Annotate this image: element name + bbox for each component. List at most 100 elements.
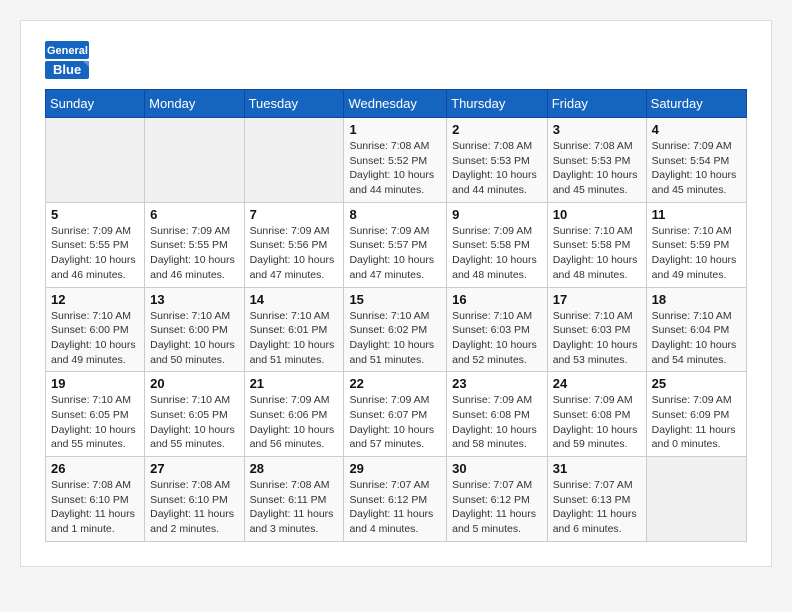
day-number: 31 bbox=[553, 461, 641, 476]
calendar-cell bbox=[46, 118, 145, 203]
calendar-cell bbox=[646, 457, 746, 542]
day-number: 9 bbox=[452, 207, 542, 222]
calendar-cell: 25 Sunrise: 7:09 AM Sunset: 6:09 PM Dayli… bbox=[646, 372, 746, 457]
day-number: 3 bbox=[553, 122, 641, 137]
day-number: 21 bbox=[250, 376, 339, 391]
day-info: Sunrise: 7:07 AM Sunset: 6:12 PM Dayligh… bbox=[452, 478, 542, 537]
calendar-week-row: 5 Sunrise: 7:09 AM Sunset: 5:55 PM Daylig… bbox=[46, 202, 747, 287]
day-number: 11 bbox=[652, 207, 741, 222]
calendar-cell: 26 Sunrise: 7:08 AM Sunset: 6:10 PM Dayli… bbox=[46, 457, 145, 542]
day-info: Sunrise: 7:10 AM Sunset: 6:05 PM Dayligh… bbox=[51, 393, 139, 452]
calendar-cell: 18 Sunrise: 7:10 AM Sunset: 6:04 PM Dayli… bbox=[646, 287, 746, 372]
svg-text:General: General bbox=[47, 45, 88, 57]
day-number: 19 bbox=[51, 376, 139, 391]
day-number: 20 bbox=[150, 376, 238, 391]
calendar-cell: 19 Sunrise: 7:10 AM Sunset: 6:05 PM Dayli… bbox=[46, 372, 145, 457]
calendar-cell: 1 Sunrise: 7:08 AM Sunset: 5:52 PM Daylig… bbox=[344, 118, 447, 203]
calendar-cell: 9 Sunrise: 7:09 AM Sunset: 5:58 PM Daylig… bbox=[447, 202, 548, 287]
calendar-cell: 14Sunrise: 7:10 AM Sunset: 6:01 PM Dayli… bbox=[244, 287, 344, 372]
calendar-cell: 3 Sunrise: 7:08 AM Sunset: 5:53 PM Daylig… bbox=[547, 118, 646, 203]
day-info: Sunrise: 7:08 AM Sunset: 6:10 PM Dayligh… bbox=[150, 478, 238, 537]
calendar-cell: 16Sunrise: 7:10 AM Sunset: 6:03 PM Dayli… bbox=[447, 287, 548, 372]
calendar-cell: 21 Sunrise: 7:09 AM Sunset: 6:06 PM Dayli… bbox=[244, 372, 344, 457]
day-info: Sunrise: 7:09 AM Sunset: 5:55 PM Dayligh… bbox=[150, 224, 238, 283]
weekday-header-cell: Tuesday bbox=[244, 90, 344, 118]
day-number: 2 bbox=[452, 122, 542, 137]
day-number: 6 bbox=[150, 207, 238, 222]
calendar-cell: 4 Sunrise: 7:09 AM Sunset: 5:54 PM Daylig… bbox=[646, 118, 746, 203]
calendar-cell: 6 Sunrise: 7:09 AM Sunset: 5:55 PM Daylig… bbox=[145, 202, 244, 287]
day-info: Sunrise: 7:09 AM Sunset: 6:08 PM Dayligh… bbox=[452, 393, 542, 452]
day-info: Sunrise: 7:10 AM Sunset: 6:01 PM Dayligh… bbox=[250, 309, 339, 368]
weekday-header-cell: Thursday bbox=[447, 90, 548, 118]
day-info: Sunrise: 7:10 AM Sunset: 6:05 PM Dayligh… bbox=[150, 393, 238, 452]
calendar-cell: 2 Sunrise: 7:08 AM Sunset: 5:53 PM Daylig… bbox=[447, 118, 548, 203]
day-info: Sunrise: 7:10 AM Sunset: 6:00 PM Dayligh… bbox=[150, 309, 238, 368]
day-info: Sunrise: 7:09 AM Sunset: 5:54 PM Dayligh… bbox=[652, 139, 741, 198]
calendar-cell: 29Sunrise: 7:07 AM Sunset: 6:12 PM Dayli… bbox=[344, 457, 447, 542]
calendar-cell: 27 Sunrise: 7:08 AM Sunset: 6:10 PM Dayli… bbox=[145, 457, 244, 542]
day-info: Sunrise: 7:09 AM Sunset: 5:57 PM Dayligh… bbox=[349, 224, 441, 283]
day-info: Sunrise: 7:08 AM Sunset: 6:10 PM Dayligh… bbox=[51, 478, 139, 537]
svg-text:Blue: Blue bbox=[53, 62, 81, 77]
day-info: Sunrise: 7:08 AM Sunset: 5:52 PM Dayligh… bbox=[349, 139, 441, 198]
calendar-cell: 20 Sunrise: 7:10 AM Sunset: 6:05 PM Dayli… bbox=[145, 372, 244, 457]
day-info: Sunrise: 7:09 AM Sunset: 6:08 PM Dayligh… bbox=[553, 393, 641, 452]
day-info: Sunrise: 7:09 AM Sunset: 5:55 PM Dayligh… bbox=[51, 224, 139, 283]
day-info: Sunrise: 7:09 AM Sunset: 6:09 PM Dayligh… bbox=[652, 393, 741, 452]
day-info: Sunrise: 7:09 AM Sunset: 5:58 PM Dayligh… bbox=[452, 224, 542, 283]
day-number: 16 bbox=[452, 292, 542, 307]
day-number: 5 bbox=[51, 207, 139, 222]
calendar-cell: 30 Sunrise: 7:07 AM Sunset: 6:12 PM Dayli… bbox=[447, 457, 548, 542]
calendar-cell: 24Sunrise: 7:09 AM Sunset: 6:08 PM Dayli… bbox=[547, 372, 646, 457]
weekday-header-cell: Sunday bbox=[46, 90, 145, 118]
weekday-header-row: SundayMondayTuesdayWednesdayThursdayFrid… bbox=[46, 90, 747, 118]
day-number: 18 bbox=[652, 292, 741, 307]
day-number: 4 bbox=[652, 122, 741, 137]
calendar-cell: 28Sunrise: 7:08 AM Sunset: 6:11 PM Dayli… bbox=[244, 457, 344, 542]
logo: General Blue bbox=[45, 41, 89, 79]
day-number: 26 bbox=[51, 461, 139, 476]
day-number: 8 bbox=[349, 207, 441, 222]
day-info: Sunrise: 7:10 AM Sunset: 6:04 PM Dayligh… bbox=[652, 309, 741, 368]
weekday-header-cell: Wednesday bbox=[344, 90, 447, 118]
day-number: 22 bbox=[349, 376, 441, 391]
day-info: Sunrise: 7:10 AM Sunset: 5:59 PM Dayligh… bbox=[652, 224, 741, 283]
day-number: 12 bbox=[51, 292, 139, 307]
weekday-header-cell: Saturday bbox=[646, 90, 746, 118]
calendar-cell: 5 Sunrise: 7:09 AM Sunset: 5:55 PM Daylig… bbox=[46, 202, 145, 287]
calendar-cell bbox=[145, 118, 244, 203]
calendar-cell: 11 Sunrise: 7:10 AM Sunset: 5:59 PM Dayli… bbox=[646, 202, 746, 287]
day-number: 28 bbox=[250, 461, 339, 476]
calendar-cell: 8 Sunrise: 7:09 AM Sunset: 5:57 PM Daylig… bbox=[344, 202, 447, 287]
calendar-cell: 10Sunrise: 7:10 AM Sunset: 5:58 PM Dayli… bbox=[547, 202, 646, 287]
day-info: Sunrise: 7:08 AM Sunset: 5:53 PM Dayligh… bbox=[452, 139, 542, 198]
calendar-cell: 31Sunrise: 7:07 AM Sunset: 6:13 PM Dayli… bbox=[547, 457, 646, 542]
day-number: 27 bbox=[150, 461, 238, 476]
calendar-cell: 7Sunrise: 7:09 AM Sunset: 5:56 PM Daylig… bbox=[244, 202, 344, 287]
page: General Blue SundayMondayTuesdayWednesda… bbox=[20, 20, 772, 567]
day-number: 7 bbox=[250, 207, 339, 222]
calendar-week-row: 19 Sunrise: 7:10 AM Sunset: 6:05 PM Dayli… bbox=[46, 372, 747, 457]
calendar-cell: 17 Sunrise: 7:10 AM Sunset: 6:03 PM Dayli… bbox=[547, 287, 646, 372]
day-info: Sunrise: 7:10 AM Sunset: 6:03 PM Dayligh… bbox=[553, 309, 641, 368]
header: General Blue bbox=[45, 41, 747, 79]
day-number: 10 bbox=[553, 207, 641, 222]
day-number: 30 bbox=[452, 461, 542, 476]
day-number: 15 bbox=[349, 292, 441, 307]
day-number: 25 bbox=[652, 376, 741, 391]
day-info: Sunrise: 7:09 AM Sunset: 6:06 PM Dayligh… bbox=[250, 393, 339, 452]
calendar-cell: 23 Sunrise: 7:09 AM Sunset: 6:08 PM Dayli… bbox=[447, 372, 548, 457]
day-info: Sunrise: 7:09 AM Sunset: 6:07 PM Dayligh… bbox=[349, 393, 441, 452]
day-info: Sunrise: 7:07 AM Sunset: 6:12 PM Dayligh… bbox=[349, 478, 441, 537]
calendar-cell: 13 Sunrise: 7:10 AM Sunset: 6:00 PM Dayli… bbox=[145, 287, 244, 372]
day-number: 13 bbox=[150, 292, 238, 307]
day-number: 23 bbox=[452, 376, 542, 391]
day-number: 1 bbox=[349, 122, 441, 137]
weekday-header-cell: Friday bbox=[547, 90, 646, 118]
day-info: Sunrise: 7:08 AM Sunset: 5:53 PM Dayligh… bbox=[553, 139, 641, 198]
calendar-table: SundayMondayTuesdayWednesdayThursdayFrid… bbox=[45, 89, 747, 542]
calendar-cell: 12Sunrise: 7:10 AM Sunset: 6:00 PM Dayli… bbox=[46, 287, 145, 372]
day-number: 17 bbox=[553, 292, 641, 307]
calendar-week-row: 26 Sunrise: 7:08 AM Sunset: 6:10 PM Dayli… bbox=[46, 457, 747, 542]
